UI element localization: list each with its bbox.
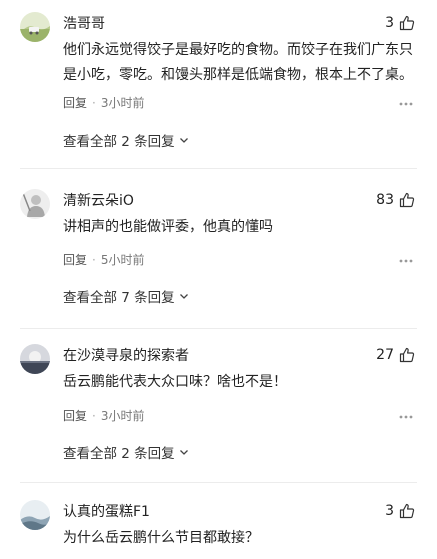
- like-button[interactable]: 3: [385, 501, 415, 521]
- divider: [20, 168, 417, 169]
- chevron-down-icon: [178, 290, 190, 302]
- view-replies-label: 查看全部 2 条回复: [63, 446, 175, 462]
- more-options-button[interactable]: [398, 96, 414, 112]
- meta-separator: ·: [92, 409, 96, 423]
- timestamp: 3小时前: [100, 409, 145, 423]
- thumbs-up-icon: [399, 347, 415, 363]
- comment-line: 讲相声的也能做评委，他真的懂吗: [63, 219, 273, 235]
- comment-text: 为什么岳云鹏什么节目都敢接？: [63, 526, 417, 551]
- like-button[interactable]: 83: [376, 190, 415, 210]
- comment-text: 岳云鹏能代表大众口味？啥也不是！: [63, 370, 417, 395]
- avatar[interactable]: [20, 189, 50, 219]
- comment-line: 为什么岳云鹏什么节目都敢接？: [63, 530, 259, 546]
- like-count: 3: [385, 503, 394, 519]
- thumbs-up-icon: [399, 15, 415, 31]
- more-options-button[interactable]: [398, 253, 414, 269]
- username[interactable]: 认真的蛋糕F1: [63, 501, 150, 521]
- timestamp: 5小时前: [100, 253, 145, 267]
- comment-text: 他们永远觉得饺子是最好吃的食物。而饺子在我们广东只 是小吃，零吃。和馒头那样是低…: [63, 38, 417, 88]
- view-replies-button[interactable]: 查看全部 7 条回复: [63, 286, 190, 306]
- comment-item: 认真的蛋糕F1 3 为什么岳云鹏什么节目都敢接？: [0, 490, 437, 559]
- meta-separator: ·: [92, 96, 96, 110]
- chevron-down-icon: [178, 446, 190, 458]
- comment-item: 在沙漠寻泉的探索者 27 岳云鹏能代表大众口味？啥也不是！ 回复 · 3小时前 查看…: [0, 330, 437, 490]
- comment-item: 清新云朵iO 83 讲相声的也能做评委，他真的懂吗 回复 · 5小时前 查看全部 7…: [0, 170, 437, 330]
- reply-button[interactable]: 回复: [63, 96, 87, 110]
- comment-meta: 回复 · 5小时前: [63, 251, 144, 268]
- like-count: 83: [376, 192, 394, 208]
- view-replies-label: 查看全部 7 条回复: [63, 290, 175, 306]
- username[interactable]: 在沙漠寻泉的探索者: [63, 345, 189, 365]
- reply-button[interactable]: 回复: [63, 409, 87, 423]
- more-dots-icon: [399, 259, 413, 263]
- comment-item: 浩哥哥 3 他们永远觉得饺子是最好吃的食物。而饺子在我们广东只 是小吃，零吃。和…: [0, 0, 437, 170]
- timestamp: 3小时前: [100, 96, 145, 110]
- like-button[interactable]: 27: [376, 345, 415, 365]
- comment-line: 他们永远觉得饺子是最好吃的食物。而饺子在我们广东只: [63, 42, 413, 58]
- meta-separator: ·: [92, 253, 96, 267]
- comment-text: 讲相声的也能做评委，他真的懂吗: [63, 215, 417, 240]
- more-options-button[interactable]: [398, 409, 414, 425]
- like-count: 27: [376, 347, 394, 363]
- avatar[interactable]: [20, 12, 50, 42]
- divider: [20, 482, 417, 483]
- avatar[interactable]: [20, 500, 50, 530]
- reply-button[interactable]: 回复: [63, 253, 87, 267]
- comment-meta: 回复 · 3小时前: [63, 94, 144, 111]
- comment-line: 岳云鹏能代表大众口味？啥也不是！: [63, 374, 287, 390]
- divider: [20, 328, 417, 329]
- comment-line: 是小吃，零吃。和馒头那样是低端食物，根本上不了桌。: [63, 67, 413, 83]
- chevron-down-icon: [178, 134, 190, 146]
- username[interactable]: 清新云朵iO: [63, 190, 134, 210]
- like-count: 3: [385, 15, 394, 31]
- view-replies-button[interactable]: 查看全部 2 条回复: [63, 130, 190, 150]
- more-dots-icon: [399, 415, 413, 419]
- thumbs-up-icon: [399, 192, 415, 208]
- username[interactable]: 浩哥哥: [63, 13, 105, 33]
- thumbs-up-icon: [399, 503, 415, 519]
- more-dots-icon: [399, 102, 413, 106]
- view-replies-label: 查看全部 2 条回复: [63, 134, 175, 150]
- like-button[interactable]: 3: [385, 13, 415, 33]
- comment-meta: 回复 · 3小时前: [63, 407, 144, 424]
- avatar[interactable]: [20, 344, 50, 374]
- view-replies-button[interactable]: 查看全部 2 条回复: [63, 442, 190, 462]
